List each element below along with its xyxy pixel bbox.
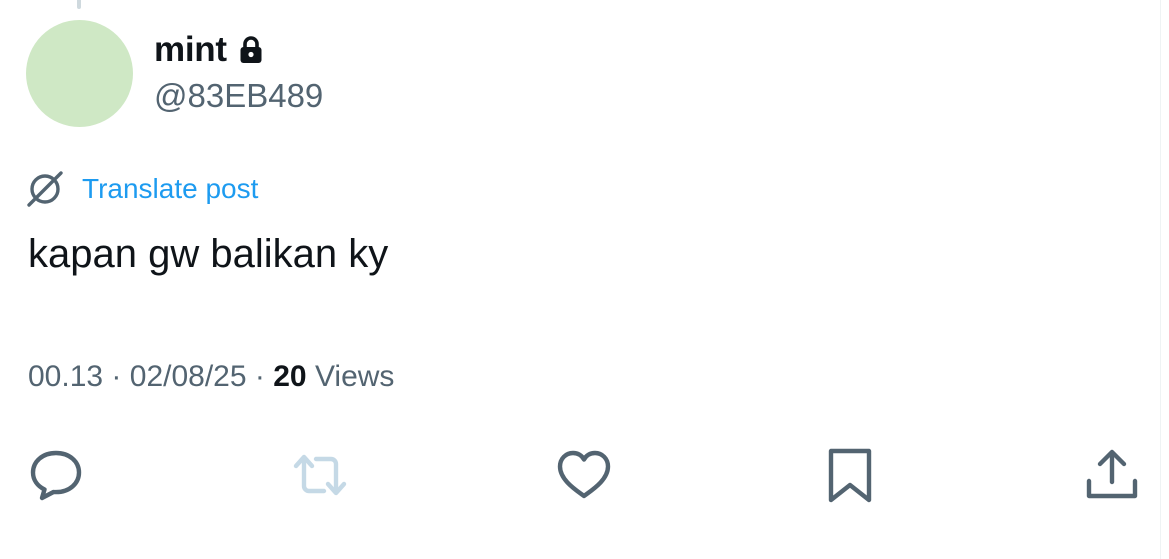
post-time[interactable]: 00.13 bbox=[28, 360, 103, 393]
avatar[interactable] bbox=[26, 20, 133, 127]
translate-post-label[interactable]: Translate post bbox=[82, 173, 258, 205]
like-button[interactable] bbox=[553, 444, 615, 506]
post-metadata: 00.13 · 02/08/25 · 20 Views bbox=[28, 360, 394, 394]
views-label: Views bbox=[314, 360, 395, 393]
share-icon bbox=[1086, 449, 1138, 499]
meta-separator: · bbox=[111, 360, 122, 393]
post-text: kapan gw balikan ky bbox=[28, 232, 389, 276]
globe-icon bbox=[27, 171, 63, 207]
post-detail: mint @83EB489 Translate post kapan gw ba… bbox=[0, 0, 1169, 559]
author-handle[interactable]: @83EB489 bbox=[154, 77, 323, 115]
views-count: 20 bbox=[273, 360, 307, 393]
lock-icon bbox=[240, 36, 262, 63]
bookmark-button[interactable] bbox=[819, 444, 881, 506]
bookmark-icon bbox=[828, 448, 872, 503]
translate-post-link[interactable]: Translate post bbox=[26, 170, 258, 208]
scrollbar-track[interactable] bbox=[1160, 0, 1169, 559]
meta-separator: · bbox=[254, 360, 265, 393]
author-name-row: mint bbox=[154, 30, 263, 70]
heart-icon bbox=[557, 450, 611, 499]
reply-icon bbox=[30, 450, 82, 501]
repost-icon bbox=[293, 454, 347, 496]
reply-button[interactable] bbox=[25, 444, 87, 506]
share-button[interactable] bbox=[1081, 444, 1143, 506]
author-display-name[interactable]: mint bbox=[154, 30, 227, 70]
post-date[interactable]: 02/08/25 bbox=[130, 360, 247, 393]
repost-button[interactable] bbox=[289, 444, 351, 506]
thread-connector-line bbox=[77, 0, 81, 9]
